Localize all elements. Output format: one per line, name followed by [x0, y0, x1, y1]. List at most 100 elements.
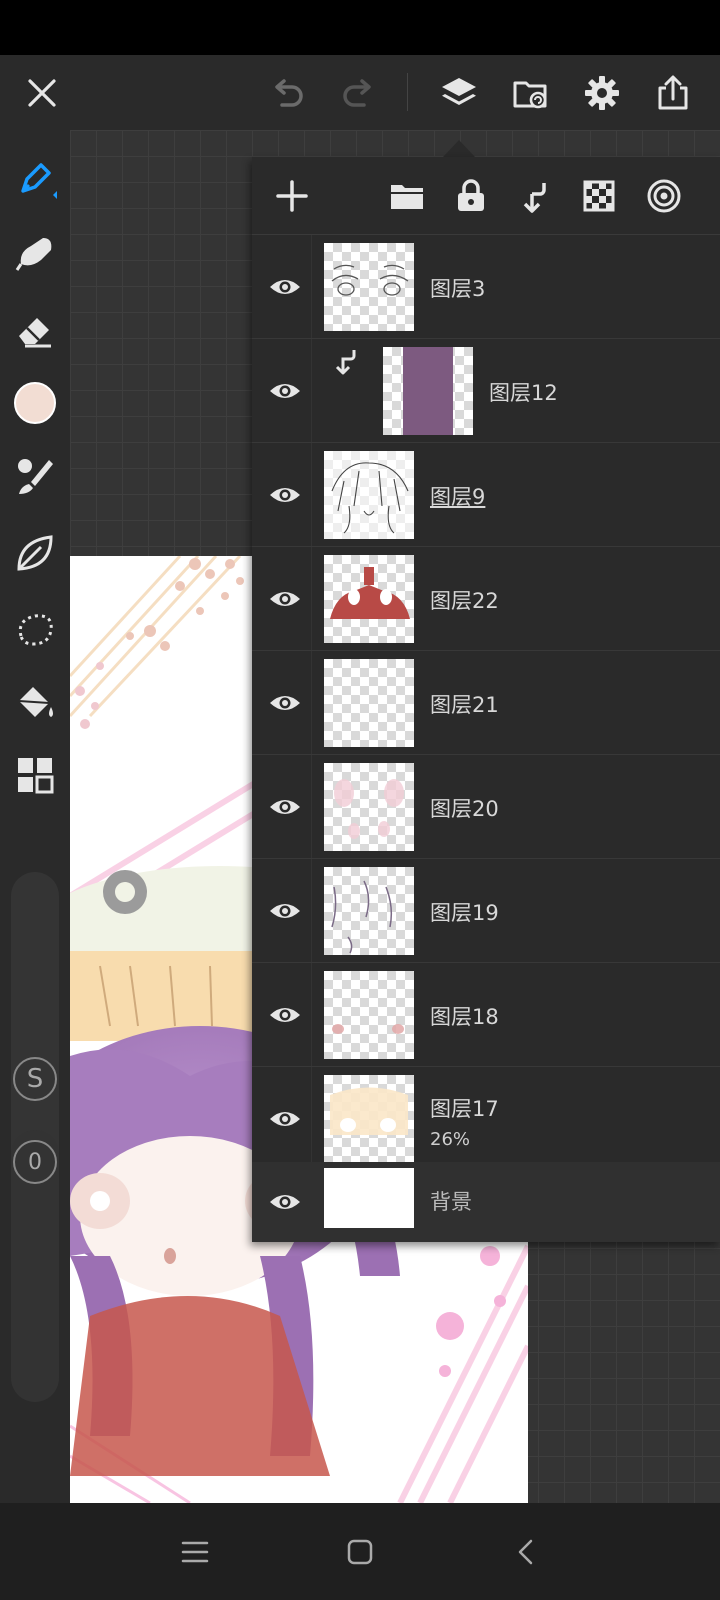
layer-row[interactable]: 图层18 — [252, 963, 720, 1067]
row-divider — [311, 1067, 312, 1170]
back-icon — [518, 1539, 533, 1565]
background-thumbnail — [324, 1168, 414, 1228]
layer-row[interactable]: 图层12 — [252, 339, 720, 443]
undo-button[interactable] — [260, 65, 316, 121]
visibility-toggle[interactable] — [265, 1099, 305, 1139]
gallery-icon — [513, 81, 547, 109]
visibility-toggle[interactable] — [265, 891, 305, 931]
transparency-lock-button[interactable] — [574, 171, 624, 221]
layer-row[interactable]: 图层21 — [252, 651, 720, 755]
layer-thumbnail — [324, 971, 414, 1059]
eye-icon — [270, 904, 300, 918]
pen-tool[interactable] — [7, 151, 63, 207]
layer-name: 图层21 — [430, 693, 499, 717]
fill-tool[interactable] — [7, 675, 63, 731]
visibility-toggle[interactable] — [265, 787, 305, 827]
layer-name: 图层17 — [430, 1097, 499, 1121]
visibility-toggle[interactable] — [265, 475, 305, 515]
layer-name: 图层9 — [430, 485, 486, 509]
layer-thumbnail — [324, 763, 414, 851]
visibility-toggle[interactable] — [265, 267, 305, 307]
layers-panel-pointer — [443, 140, 475, 157]
clip-icon — [523, 183, 546, 213]
eye-icon — [270, 800, 300, 814]
eye-icon — [270, 1195, 300, 1209]
leaf-icon — [17, 535, 53, 571]
blend-mode-button[interactable] — [639, 171, 689, 221]
layout-tool[interactable] — [7, 747, 63, 803]
row-divider — [311, 963, 312, 1066]
eraser-tool[interactable] — [7, 302, 63, 358]
layer-row[interactable]: 图层20 — [252, 755, 720, 859]
row-divider — [311, 651, 312, 754]
visibility-toggle[interactable] — [265, 1182, 305, 1222]
fill-icon — [18, 687, 53, 717]
home-button[interactable] — [335, 1527, 385, 1577]
brush-opacity-slider[interactable]: 0 — [11, 1130, 59, 1402]
grid-icon — [18, 758, 54, 794]
eye-icon — [270, 1008, 300, 1022]
lasso-tool[interactable] — [7, 600, 63, 656]
brush-opacity-knob[interactable]: 0 — [13, 1140, 57, 1184]
clip-arrow-icon — [335, 350, 356, 375]
color-swatch[interactable] — [7, 375, 63, 431]
row-divider — [311, 859, 312, 962]
layer-row[interactable]: 图层22 — [252, 547, 720, 651]
eraser-icon — [19, 318, 51, 348]
row-divider — [311, 755, 312, 858]
layer-row[interactable]: 图层9 — [252, 443, 720, 547]
row-divider — [311, 235, 312, 338]
pen-icon — [21, 163, 57, 199]
eye-icon — [270, 280, 300, 294]
share-button[interactable] — [645, 65, 701, 121]
brush-tool[interactable] — [7, 448, 63, 504]
layer-name: 图层3 — [430, 277, 486, 301]
add-layer-button[interactable] — [267, 171, 317, 221]
add-folder-button[interactable] — [382, 171, 432, 221]
visibility-toggle[interactable] — [265, 683, 305, 723]
eye-color-thumb — [332, 1024, 404, 1034]
brush-icon — [18, 459, 53, 494]
undo-icon — [275, 79, 303, 107]
visibility-toggle[interactable] — [265, 995, 305, 1035]
eye-icon — [270, 696, 300, 710]
visibility-toggle[interactable] — [265, 371, 305, 411]
eye-icon — [270, 384, 300, 398]
recents-button[interactable] — [170, 1527, 220, 1577]
system-nav-bar — [0, 1503, 720, 1600]
shape-tool[interactable] — [7, 525, 63, 581]
smudge-icon — [15, 238, 52, 271]
layer-row[interactable]: 图层3 — [252, 235, 720, 339]
layer-thumbnail — [324, 659, 414, 747]
layer-thumbnail — [324, 867, 414, 955]
layer-row-background[interactable]: 背景 — [252, 1162, 720, 1242]
clip-layer-button[interactable] — [510, 171, 560, 221]
back-button[interactable] — [502, 1527, 552, 1577]
menu-icon — [181, 1541, 209, 1563]
layer-thumbnail — [383, 347, 473, 435]
layer-name: 图层12 — [489, 381, 558, 405]
row-divider — [311, 339, 312, 442]
layer-row[interactable]: 图层17 26% — [252, 1067, 720, 1171]
layer-opacity: 26% — [430, 1129, 471, 1150]
redo-button[interactable] — [330, 65, 386, 121]
layer-row[interactable]: 图层19 — [252, 859, 720, 963]
close-button[interactable] — [14, 65, 70, 121]
visibility-toggle[interactable] — [265, 579, 305, 619]
close-icon — [28, 79, 56, 107]
red-cape-thumb — [330, 567, 410, 619]
share-icon — [658, 75, 688, 110]
left-toolbar: S 0 — [0, 130, 70, 1503]
lock-layer-button[interactable] — [446, 171, 496, 221]
skin-tone-thumb — [330, 1087, 408, 1135]
brush-size-knob[interactable]: S — [13, 1057, 57, 1101]
layers-button[interactable] — [431, 65, 487, 121]
clipping-indicator — [330, 347, 360, 377]
layer-name: 图层20 — [430, 797, 499, 821]
layer-thumbnail — [324, 451, 414, 539]
smudge-tool[interactable] — [7, 224, 63, 280]
gallery-button[interactable] — [503, 65, 559, 121]
status-bar — [0, 0, 720, 55]
current-color-swatch — [14, 382, 56, 424]
settings-button[interactable] — [574, 65, 630, 121]
